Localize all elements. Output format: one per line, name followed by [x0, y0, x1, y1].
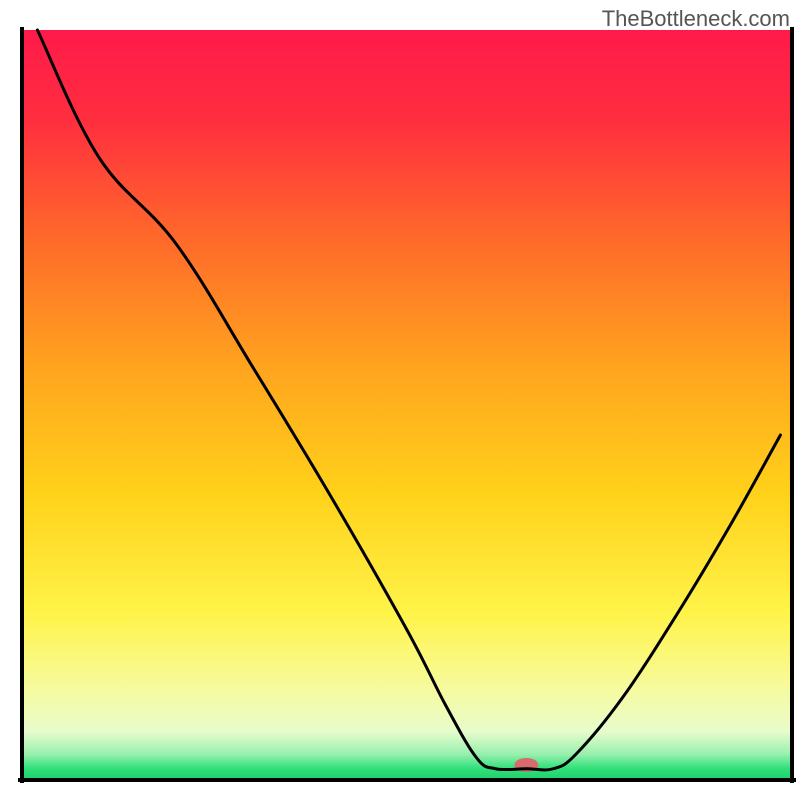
chart-background	[22, 30, 792, 780]
watermark-text: TheBottleneck.com	[602, 6, 790, 32]
bottleneck-chart	[0, 0, 800, 800]
chart-container: TheBottleneck.com	[0, 0, 800, 800]
